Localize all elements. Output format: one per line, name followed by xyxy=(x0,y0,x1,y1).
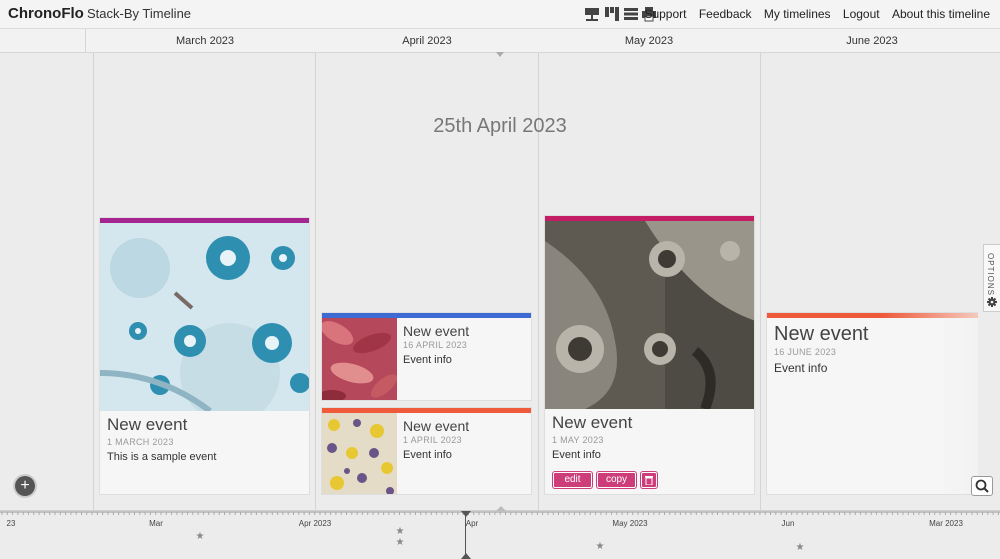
event-star-icon[interactable]: ★ xyxy=(596,541,605,552)
event-title: New event xyxy=(552,413,633,432)
event-title: New event xyxy=(403,418,470,434)
axis-marker-bottom-icon xyxy=(461,553,471,559)
event-star-icon[interactable]: ★ xyxy=(796,542,805,553)
month-divider xyxy=(85,29,86,52)
logout-link[interactable]: Logout xyxy=(843,7,880,21)
my-timelines-link[interactable]: My timelines xyxy=(764,7,831,21)
add-event-button[interactable]: + xyxy=(15,476,35,496)
event-card[interactable]: New event 16 JUNE 2023 Event info xyxy=(766,312,978,495)
support-link[interactable]: Support xyxy=(644,7,686,21)
options-tab[interactable]: OPTIONS xyxy=(983,244,1000,312)
options-label: OPTIONS xyxy=(986,253,995,297)
search-button[interactable] xyxy=(971,476,993,496)
feedback-link[interactable]: Feedback xyxy=(699,7,752,21)
axis-label: Mar 2023 xyxy=(929,519,963,528)
event-info: Event info xyxy=(774,361,828,375)
gear-icon xyxy=(987,297,997,307)
trash-icon xyxy=(645,476,653,486)
edit-event-button[interactable]: edit xyxy=(553,472,592,488)
event-date: 1 APRIL 2023 xyxy=(403,435,462,445)
axis-scroll-up-icon[interactable] xyxy=(496,506,506,511)
event-info: Event info xyxy=(552,449,601,461)
month-label: April 2023 xyxy=(402,35,452,47)
event-star-icon[interactable]: ★ xyxy=(396,526,405,537)
copy-event-button[interactable]: copy xyxy=(597,472,636,488)
delete-event-button[interactable] xyxy=(641,472,657,488)
event-info: This is a sample event xyxy=(107,451,217,463)
event-card[interactable]: New event 1 MARCH 2023 This is a sample … xyxy=(99,217,310,495)
event-date: 16 JUNE 2023 xyxy=(774,347,837,357)
month-gridline xyxy=(93,52,94,510)
event-star-icon[interactable]: ★ xyxy=(196,531,205,542)
about-timeline-link[interactable]: About this timeline xyxy=(892,7,990,21)
event-image xyxy=(322,413,397,494)
event-title: New event xyxy=(403,323,470,339)
event-title: New event xyxy=(107,415,188,434)
top-bar: ChronoFlo Stack-By Timeline Support Feed… xyxy=(0,0,1000,29)
axis-label: Mar xyxy=(149,519,163,528)
current-date-marker xyxy=(496,52,504,57)
month-label: March 2023 xyxy=(175,35,235,47)
axis-label: May 2023 xyxy=(612,519,648,528)
event-date: 1 MAY 2023 xyxy=(552,435,604,445)
event-card[interactable]: New event 1 APRIL 2023 Event info xyxy=(321,407,532,495)
event-image xyxy=(545,221,754,409)
timeline-navigator[interactable]: 23 Mar Apr 2023 Apr May 2023 Jun Mar 202… xyxy=(0,506,1000,559)
search-icon xyxy=(975,479,989,493)
brand-logo[interactable]: ChronoFlo xyxy=(8,5,84,22)
event-card[interactable]: New event 1 MAY 2023 Event info xyxy=(544,215,755,495)
month-label: May 2023 xyxy=(624,35,674,47)
event-color-bar xyxy=(767,313,978,318)
event-star-icon[interactable]: ★ xyxy=(396,537,405,548)
event-info: Event info xyxy=(403,354,452,366)
event-image xyxy=(322,318,397,400)
event-info: Event info xyxy=(403,449,452,461)
axis-label: Jun xyxy=(781,519,795,528)
event-date: 1 MARCH 2023 xyxy=(107,437,174,447)
month-label: June 2023 xyxy=(846,35,898,47)
axis-label: Apr xyxy=(465,519,479,528)
current-date-title: 25th April 2023 xyxy=(433,115,567,137)
timeline-type-label: Stack-By Timeline xyxy=(87,6,192,21)
top-nav: Support Feedback My timelines Logout Abo… xyxy=(635,7,990,21)
columns-view-icon[interactable] xyxy=(604,6,620,22)
event-image xyxy=(100,223,309,411)
axis-label: Apr 2023 xyxy=(298,519,332,528)
plus-icon: + xyxy=(20,477,30,494)
month-header: March 2023 April 2023 May 2023 June 2023 xyxy=(0,29,1000,53)
month-gridline xyxy=(315,52,316,510)
event-date: 16 APRIL 2023 xyxy=(403,340,468,350)
timeline-view-icon[interactable] xyxy=(584,6,600,22)
month-gridline xyxy=(760,52,761,510)
axis-label: 23 xyxy=(6,519,16,528)
event-title: New event xyxy=(774,323,869,345)
event-card[interactable]: New event 16 APRIL 2023 Event info xyxy=(321,312,532,401)
axis-marker-top-icon xyxy=(461,511,471,517)
